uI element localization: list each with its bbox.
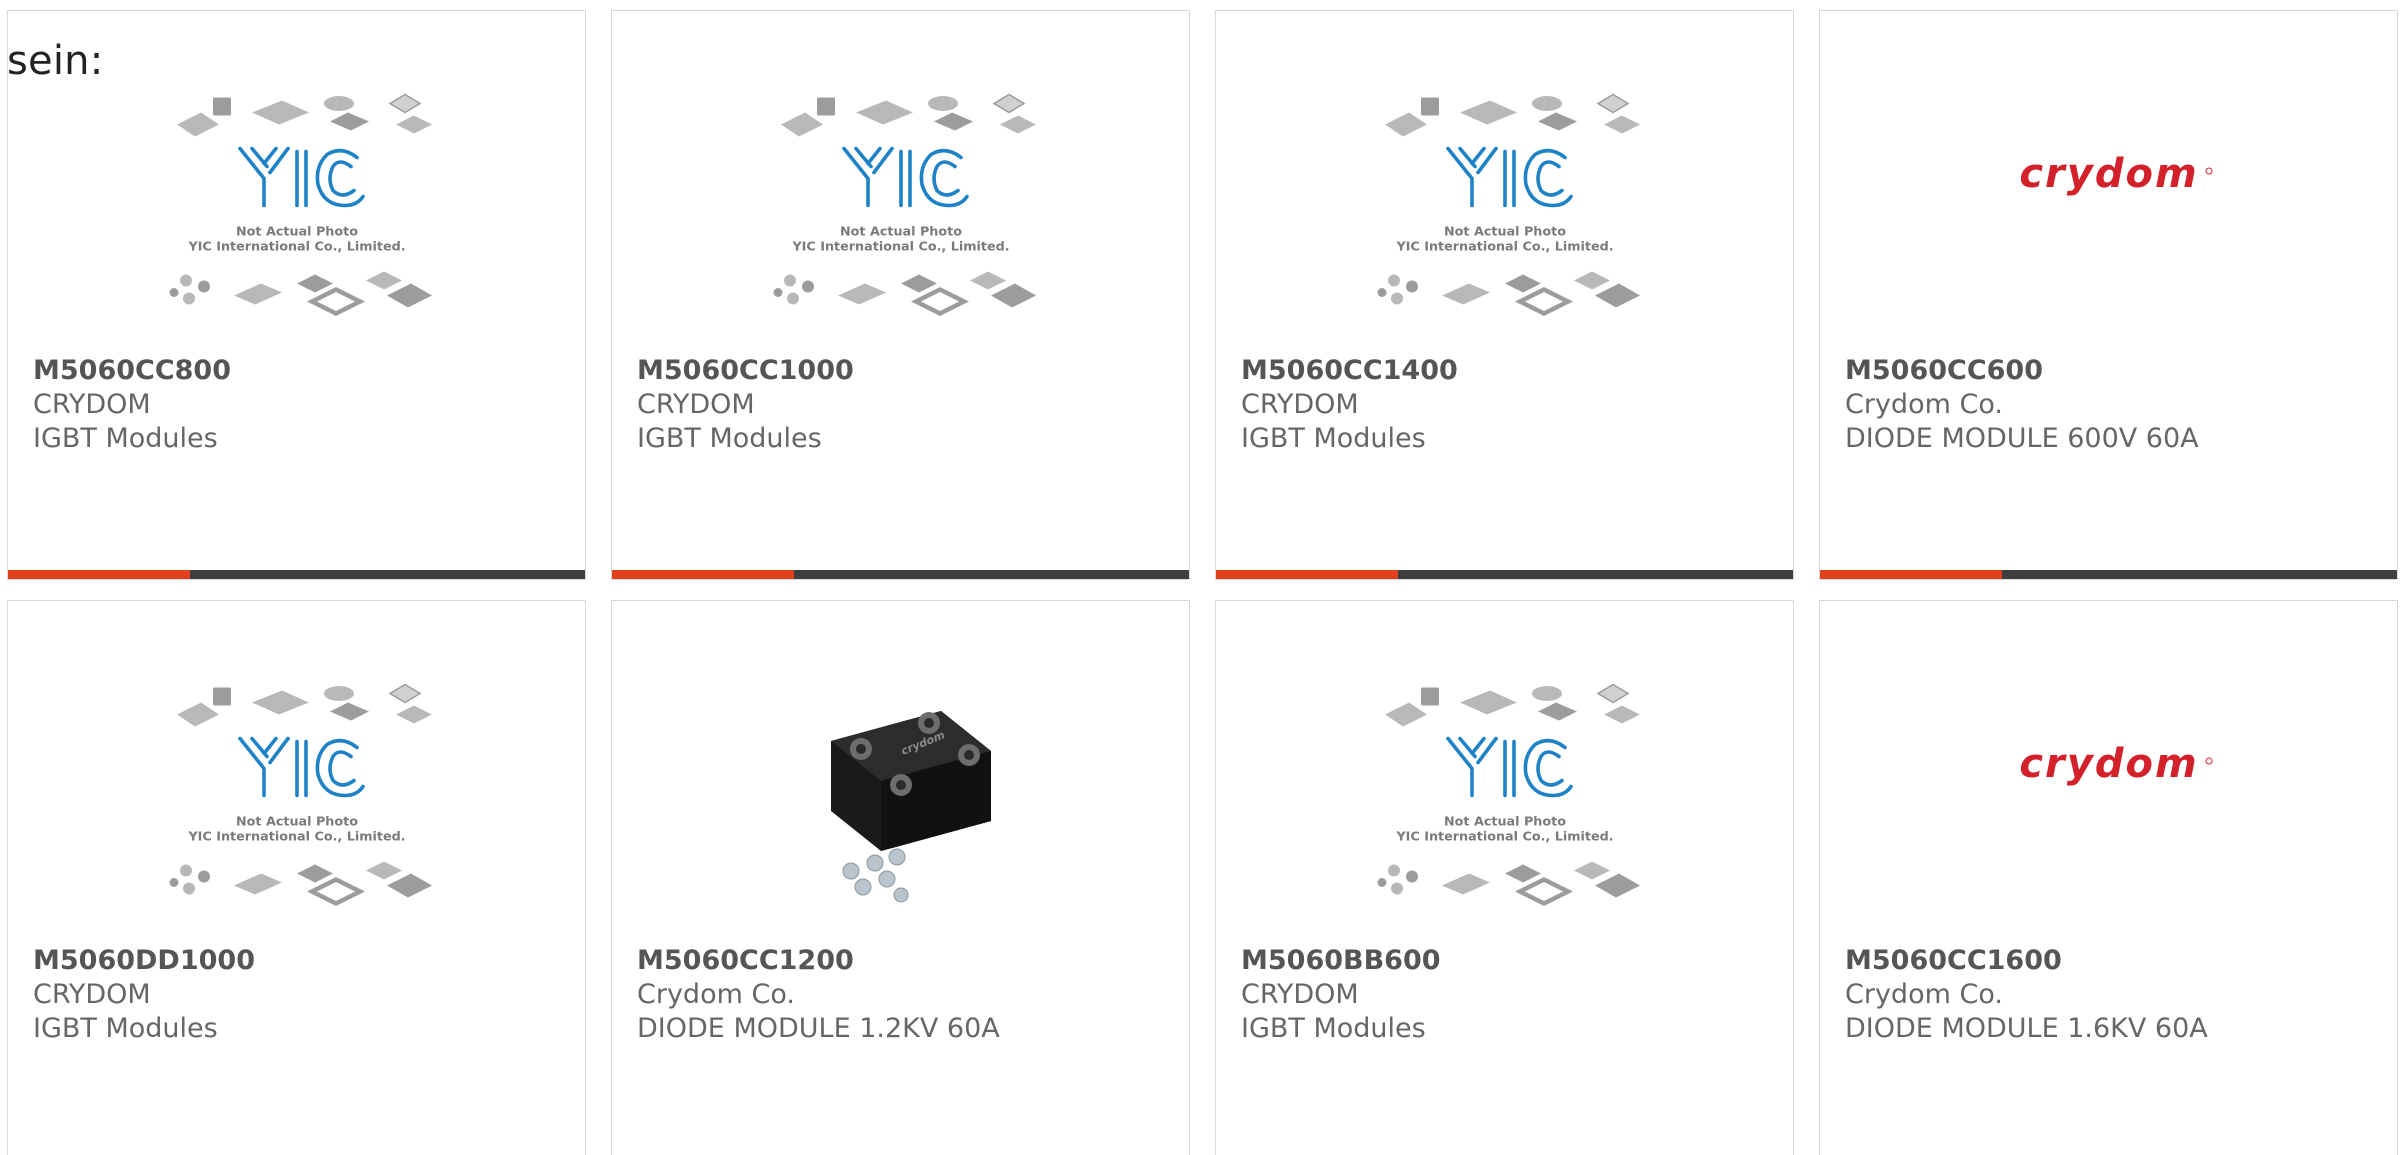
intro-text: sein: [7, 38, 104, 84]
photo-company: YIC International Co., Limited. [791, 240, 1009, 255]
product-card[interactable]: Not Actual Photo YIC International Co., L… [1215, 600, 1794, 1155]
product-description: IGBT Modules [1241, 1013, 1426, 1044]
photo-note: Not Actual Photo [1443, 225, 1565, 240]
product-card[interactable]: Not Actual Photo YIC International Co., L… [611, 10, 1190, 580]
svg-text:crydom: crydom [2019, 151, 2198, 197]
part-number-link[interactable]: M5060CC800 [33, 354, 231, 388]
product-description: IGBT Modules [33, 1013, 218, 1044]
product-info: M5060CC1200 Crydom Co. DIODE MODULE 1.2KV … [637, 944, 1000, 1046]
product-image[interactable]: crydom [612, 681, 1189, 941]
yic-placeholder-icon: Not Actual PhotoYIC International Co., L… [1377, 683, 1640, 907]
product-image[interactable]: Not Actual Photo YIC International Co., L… [8, 91, 585, 351]
crydom-logo: crydom [2019, 151, 2212, 197]
card-accent-fill [612, 570, 794, 579]
card-accent-fill [1216, 570, 1398, 579]
photo-company: YIC International Co., Limited. [1395, 830, 1613, 845]
product-info: M5060BB600 CRYDOM IGBT Modules [1241, 944, 1441, 1046]
product-card[interactable]: Not Actual Photo YIC International Co., L… [1215, 10, 1794, 580]
product-description: IGBT Modules [637, 423, 822, 454]
yic-placeholder-icon: Not Actual PhotoYIC International Co., L… [169, 683, 432, 907]
product-info: M5060DD1000 CRYDOM IGBT Modules [33, 944, 255, 1046]
product-card[interactable]: Not Actual Photo YIC International Co., L… [7, 600, 586, 1155]
yic-placeholder-icon: Not Actual PhotoYIC International Co., L… [169, 93, 432, 317]
product-card[interactable]: Not Actual Photo YIC International Co., L… [7, 10, 586, 580]
product-image[interactable]: Not Actual Photo YIC International Co., L… [1216, 681, 1793, 941]
card-accent-fill [1820, 570, 2002, 579]
product-description: IGBT Modules [33, 423, 218, 454]
product-info: M5060CC600 Crydom Co. DIODE MODULE 600V 60… [1845, 354, 2199, 456]
manufacturer-label: CRYDOM [1241, 389, 1359, 420]
manufacturer-label: CRYDOM [33, 979, 151, 1010]
photo-company: YIC International Co., Limited. [1395, 240, 1613, 255]
product-card[interactable]: crydom M5060CC1600 Crydom Co. DIODE MODULE … [1819, 600, 2398, 1155]
yic-logo [1445, 736, 1573, 798]
product-info: M5060CC1600 Crydom Co. DIODE MODULE 1.6KV … [1845, 944, 2208, 1046]
product-description: DIODE MODULE 1.6KV 60A [1845, 1013, 2208, 1044]
card-accent-bar [612, 570, 1189, 579]
product-description: IGBT Modules [1241, 423, 1426, 454]
part-number-link[interactable]: M5060CC600 [1845, 354, 2199, 388]
yic-logo [237, 146, 365, 208]
yic-logo [1445, 146, 1573, 208]
product-image[interactable]: crydom [1820, 91, 2397, 351]
card-accent-bar [1216, 570, 1793, 579]
manufacturer-label: CRYDOM [1241, 979, 1359, 1010]
card-accent-fill [8, 570, 190, 579]
product-grid-page: sein: Not Actual Photo YIC International … [0, 0, 2407, 1155]
manufacturer-label: Crydom Co. [1845, 389, 2003, 420]
product-description: DIODE MODULE 1.2KV 60A [637, 1013, 1000, 1044]
manufacturer-label: Crydom Co. [637, 979, 795, 1010]
part-number-link[interactable]: M5060CC1600 [1845, 944, 2208, 978]
crydom-logo: crydom [2019, 741, 2212, 787]
yic-logo [237, 736, 365, 798]
part-number-link[interactable]: M5060BB600 [1241, 944, 1441, 978]
photo-company: YIC International Co., Limited. [187, 240, 405, 255]
part-number-link[interactable]: M5060CC1400 [1241, 354, 1458, 388]
photo-note: Not Actual Photo [235, 225, 357, 240]
product-info: M5060CC1400 CRYDOM IGBT Modules [1241, 354, 1458, 456]
product-image[interactable]: Not Actual Photo YIC International Co., L… [8, 681, 585, 941]
photo-note: Not Actual Photo [839, 225, 961, 240]
svg-text:crydom: crydom [2019, 741, 2198, 787]
yic-placeholder-icon: Not Actual PhotoYIC International Co., L… [1377, 93, 1640, 317]
manufacturer-label: CRYDOM [33, 389, 151, 420]
product-grid: Not Actual Photo YIC International Co., L… [7, 10, 2400, 1155]
product-card[interactable]: crydom M5060CC600 Crydom Co. DIODE MODULE 6… [1819, 10, 2398, 580]
product-info: M5060CC800 CRYDOM IGBT Modules [33, 354, 231, 456]
yic-logo [841, 146, 969, 208]
product-image[interactable]: Not Actual Photo YIC International Co., L… [612, 91, 1189, 351]
product-description: DIODE MODULE 600V 60A [1845, 423, 2199, 454]
photo-note: Not Actual Photo [1443, 815, 1565, 830]
product-image[interactable]: crydom [1820, 681, 2397, 941]
photo-note: Not Actual Photo [235, 815, 357, 830]
card-accent-bar [8, 570, 585, 579]
photo-company: YIC International Co., Limited. [187, 830, 405, 845]
diode-module-photo: crydom [830, 711, 991, 903]
part-number-link[interactable]: M5060CC1000 [637, 354, 854, 388]
manufacturer-label: CRYDOM [637, 389, 755, 420]
part-number-link[interactable]: M5060CC1200 [637, 944, 1000, 978]
manufacturer-label: Crydom Co. [1845, 979, 2003, 1010]
product-card[interactable]: crydom M5060CC1200 Crydom Co. DIODE MODULE… [611, 600, 1190, 1155]
yic-placeholder-icon: Not Actual PhotoYIC International Co., L… [773, 93, 1036, 317]
product-info: M5060CC1000 CRYDOM IGBT Modules [637, 354, 854, 456]
part-number-link[interactable]: M5060DD1000 [33, 944, 255, 978]
card-accent-bar [1820, 570, 2397, 579]
product-image[interactable]: Not Actual Photo YIC International Co., L… [1216, 91, 1793, 351]
